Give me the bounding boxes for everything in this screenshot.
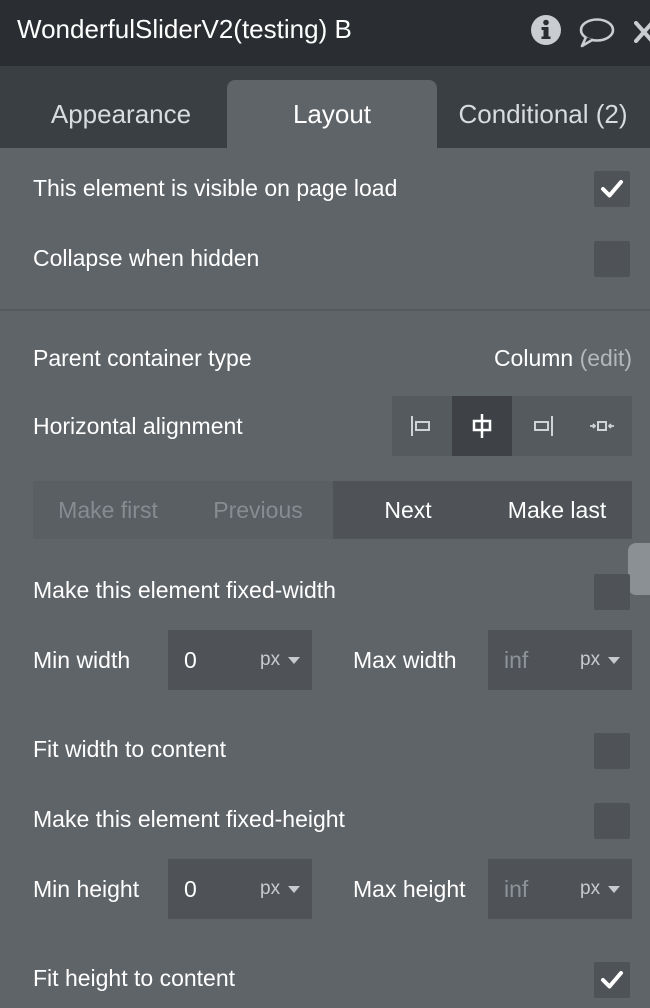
chevron-down-icon: [288, 657, 300, 664]
element-order-group: Make first Previous Next Make last: [33, 481, 632, 539]
side-panel-handle[interactable]: [628, 543, 650, 595]
fixed-height-label: Make this element fixed-height: [33, 806, 345, 832]
info-icon[interactable]: [530, 14, 562, 51]
align-right-icon: [534, 416, 553, 436]
tab-appearance[interactable]: Appearance: [0, 80, 242, 148]
align-left-button[interactable]: [392, 396, 452, 456]
chevron-down-icon: [608, 886, 620, 893]
fit-height-checkbox[interactable]: [594, 962, 630, 998]
align-stretch-icon: [590, 421, 614, 431]
max-height-label: Max height: [353, 876, 466, 902]
max-width-label: Max width: [353, 647, 457, 673]
visible-on-load-checkbox[interactable]: [594, 171, 630, 207]
checkmark-icon: [601, 971, 623, 989]
parent-container-edit-link[interactable]: (edit): [580, 345, 632, 371]
max-width-unit: px: [580, 649, 601, 670]
fit-width-checkbox[interactable]: [594, 733, 630, 769]
max-height-field[interactable]: inf px: [488, 859, 632, 919]
parent-container-label: Parent container type: [33, 345, 252, 371]
make-first-button[interactable]: Make first: [33, 481, 183, 539]
fixed-width-label: Make this element fixed-width: [33, 577, 336, 603]
min-height-value: 0: [184, 876, 197, 902]
previous-button[interactable]: Previous: [183, 481, 333, 539]
fit-height-label: Fit height to content: [33, 965, 236, 991]
min-width-field[interactable]: 0 px: [168, 630, 312, 690]
align-center-button[interactable]: [452, 396, 512, 456]
max-height-value: inf: [504, 876, 529, 902]
align-right-button[interactable]: [512, 396, 572, 456]
comment-icon[interactable]: [578, 17, 616, 54]
align-center-icon: [472, 414, 492, 438]
collapse-when-hidden-checkbox[interactable]: [594, 241, 630, 277]
min-height-label: Min height: [33, 876, 140, 902]
horizontal-alignment-label: Horizontal alignment: [33, 413, 243, 439]
tab-conditional[interactable]: Conditional (2): [440, 80, 646, 148]
min-width-value: 0: [184, 647, 197, 673]
fixed-width-checkbox[interactable]: [594, 574, 630, 610]
chevron-down-icon: [288, 886, 300, 893]
tab-layout[interactable]: Layout: [227, 80, 437, 148]
chevron-down-icon: [608, 657, 620, 664]
fit-width-label: Fit width to content: [33, 736, 227, 762]
collapse-when-hidden-label: Collapse when hidden: [33, 245, 260, 271]
align-left-icon: [411, 416, 430, 436]
min-width-unit: px: [260, 649, 281, 670]
horizontal-alignment-group: [392, 396, 632, 456]
window-title: WonderfulSliderV2(testing) B: [17, 14, 352, 44]
next-button[interactable]: Next: [333, 481, 483, 539]
align-stretch-button[interactable]: [572, 396, 632, 456]
max-height-unit: px: [580, 878, 601, 899]
max-width-value: inf: [504, 647, 529, 673]
title-bar: WonderfulSliderV2(testing) B: [0, 0, 650, 66]
parent-container-type: Column: [493, 345, 574, 371]
fixed-height-checkbox[interactable]: [594, 803, 630, 839]
min-width-label: Min width: [33, 647, 131, 673]
make-last-button[interactable]: Make last: [482, 481, 632, 539]
section-divider: [0, 309, 650, 311]
checkmark-icon: [601, 180, 623, 198]
close-icon[interactable]: [634, 21, 650, 48]
parent-container-value: Column (edit): [494, 345, 632, 372]
min-height-field[interactable]: 0 px: [168, 859, 312, 919]
min-height-unit: px: [260, 878, 281, 899]
visible-on-load-label: This element is visible on page load: [33, 175, 398, 201]
max-width-field[interactable]: inf px: [488, 630, 632, 690]
tab-bar: Appearance Layout Conditional (2): [0, 66, 650, 148]
